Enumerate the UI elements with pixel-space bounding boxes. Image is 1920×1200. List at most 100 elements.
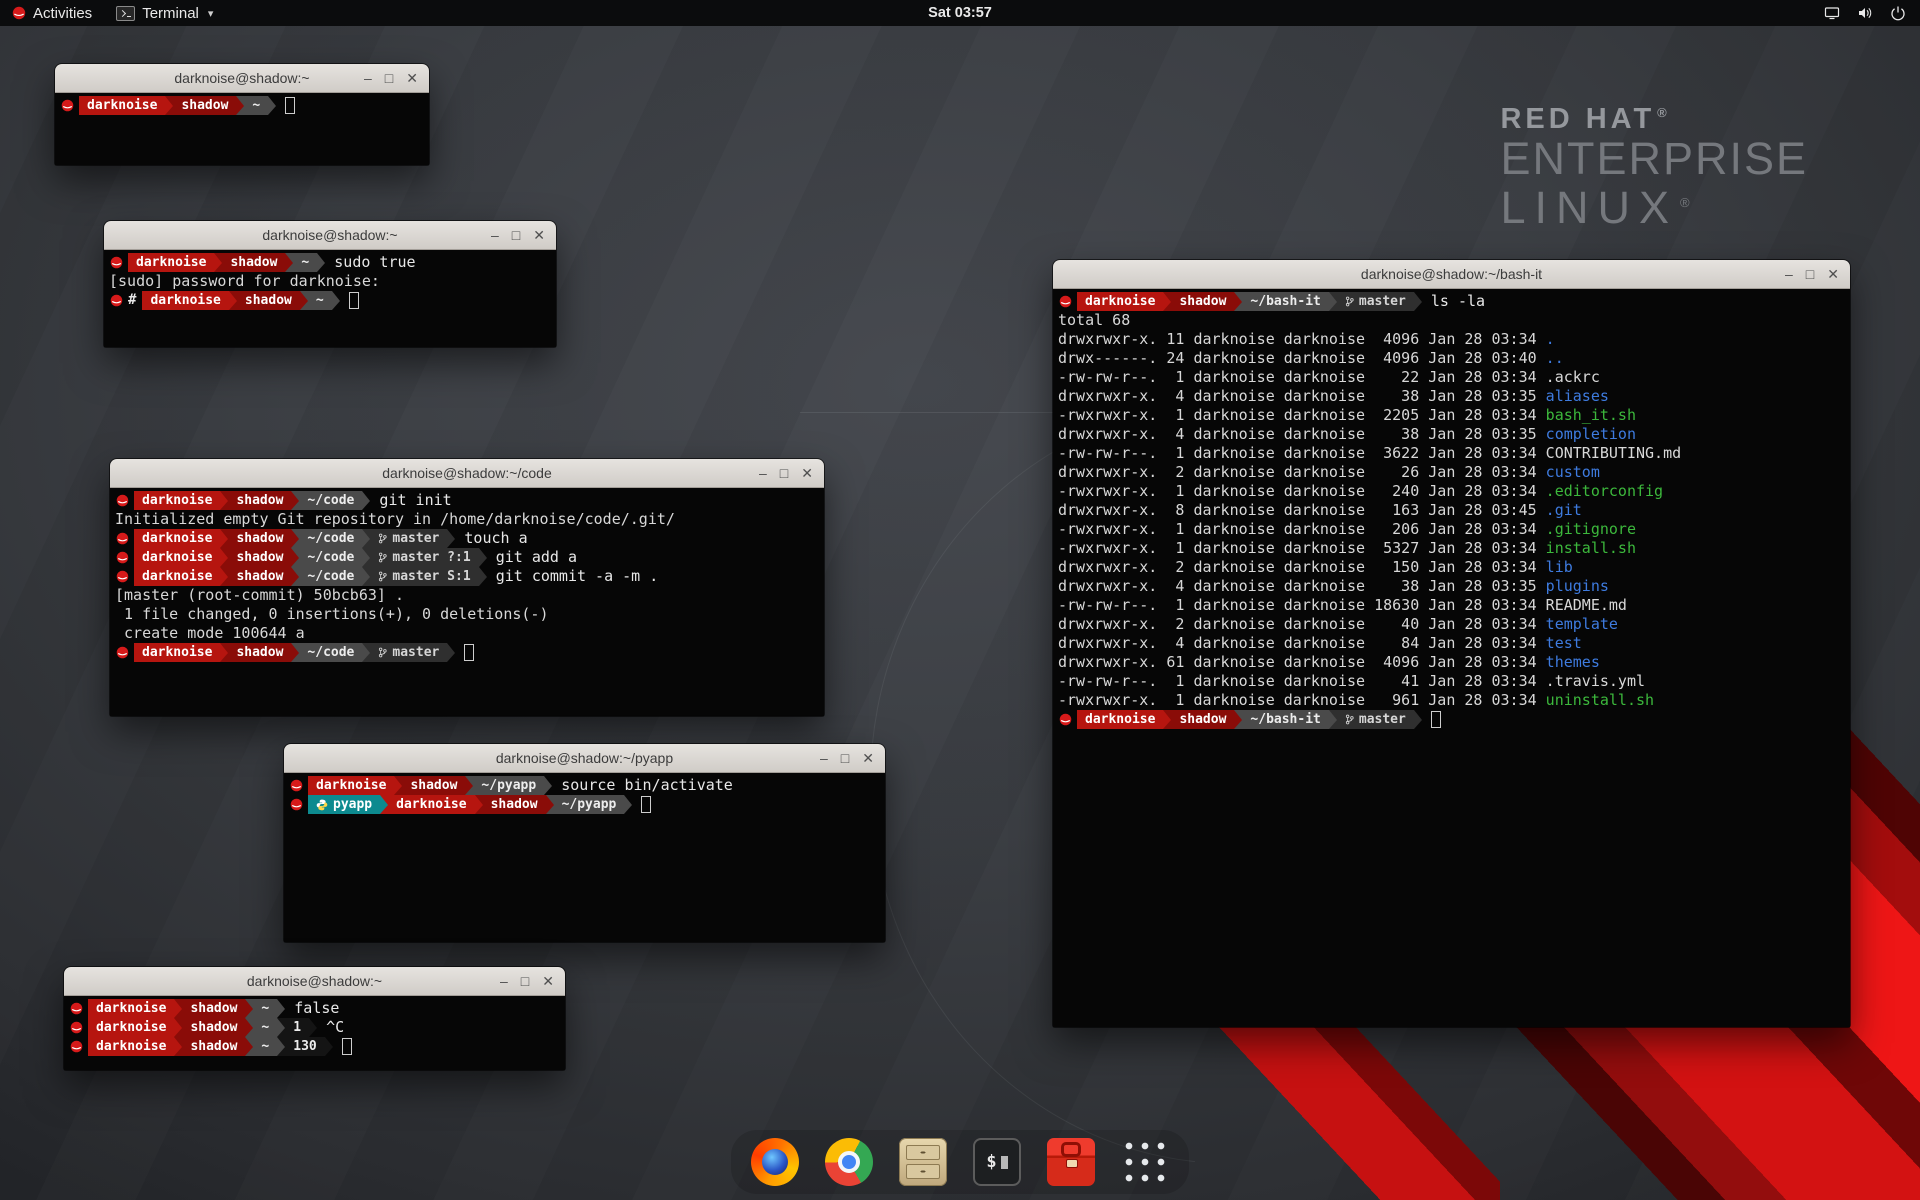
output-line: -rwxrwxr-x. 1 darknoise darknoise 2205 J… xyxy=(1058,406,1846,425)
redhat-prompt-icon xyxy=(116,551,129,564)
minimize-button[interactable]: – xyxy=(759,459,767,487)
redhat-prompt-icon xyxy=(116,532,129,545)
path-segment: ~/bash-it xyxy=(1242,292,1328,311)
terminal-window-home-2[interactable]: darknoise@shadow:~ – □ ✕ darknoiseshadow… xyxy=(64,967,565,1070)
window-titlebar[interactable]: darknoise@shadow:~/bash-it – □ ✕ xyxy=(1053,260,1850,289)
output-line: 1 file changed, 0 insertions(+), 0 delet… xyxy=(115,605,820,624)
redhat-prompt-icon xyxy=(70,1040,83,1053)
prompt-line: darknoiseshadow~/codemaster S:1 git comm… xyxy=(115,567,820,586)
output-text: drwxrwxr-x. 11 darknoise darknoise 4096 … xyxy=(1058,330,1546,349)
powerline-arrow xyxy=(245,1037,253,1056)
terminal-window-sudo[interactable]: darknoise@shadow:~ – □ ✕ darknoiseshadow… xyxy=(104,221,556,347)
window-titlebar[interactable]: darknoise@shadow:~/pyapp – □ ✕ xyxy=(284,744,885,773)
brand-line-1: RED HAT® xyxy=(1500,104,1808,135)
host-segment: shadow xyxy=(228,529,291,548)
display-icon[interactable] xyxy=(1824,5,1840,21)
window-titlebar[interactable]: darknoise@shadow:~ – □ ✕ xyxy=(55,64,429,93)
minimize-button[interactable]: – xyxy=(820,744,828,772)
app-grid-icon[interactable] xyxy=(1121,1138,1169,1186)
python-icon xyxy=(316,799,328,811)
minimize-button[interactable]: – xyxy=(1785,260,1793,288)
powerline-arrow xyxy=(174,1018,182,1037)
path-segment: ~ xyxy=(253,999,277,1018)
output-line: -rwxrwxr-x. 1 darknoise darknoise 240 Ja… xyxy=(1058,482,1846,501)
terminal-window-pyapp[interactable]: darknoise@shadow:~/pyapp – □ ✕ darknoise… xyxy=(284,744,885,942)
path-segment: ~/code xyxy=(299,643,362,662)
window-titlebar[interactable]: darknoise@shadow:~ – □ ✕ xyxy=(64,967,565,996)
window-titlebar[interactable]: darknoise@shadow:~ – □ ✕ xyxy=(104,221,556,250)
maximize-button[interactable]: □ xyxy=(1806,260,1814,288)
terminal-content[interactable]: darknoiseshadow~ xyxy=(55,93,429,165)
window-titlebar[interactable]: darknoise@shadow:~/code – □ ✕ xyxy=(110,459,824,488)
output-line: drwxrwxr-x. 4 darknoise darknoise 84 Jan… xyxy=(1058,634,1846,653)
terminal-cursor xyxy=(285,97,295,114)
powerline-arrow xyxy=(291,643,299,662)
powerline-arrow xyxy=(291,548,299,567)
close-button[interactable]: ✕ xyxy=(862,744,874,772)
close-button[interactable]: ✕ xyxy=(542,967,554,995)
terminal-content[interactable]: darknoiseshadow~/code git initInitialize… xyxy=(110,488,824,716)
output-text: -rw-rw-r--. 1 darknoise darknoise 41 Jan… xyxy=(1058,672,1546,691)
files-icon[interactable] xyxy=(899,1138,947,1186)
terminal-content[interactable]: darknoiseshadow~ falsedarknoiseshadow~1 … xyxy=(64,996,565,1070)
powerline-arrow xyxy=(174,999,182,1018)
host-segment: shadow xyxy=(228,567,291,586)
redhat-prompt-icon xyxy=(110,256,123,269)
toolbox-icon[interactable] xyxy=(1047,1138,1095,1186)
power-icon[interactable] xyxy=(1890,5,1906,21)
terminal-content[interactable]: darknoiseshadow~/bash-itmaster ls -latot… xyxy=(1053,289,1850,1027)
output-text: -rw-rw-r--. 1 darknoise darknoise 22 Jan… xyxy=(1058,368,1546,387)
terminal-window-home-1[interactable]: darknoise@shadow:~ – □ ✕ darknoiseshadow… xyxy=(55,64,429,165)
powerline-arrow xyxy=(1329,292,1337,311)
user-segment: darknoise xyxy=(134,567,220,586)
maximize-button[interactable]: □ xyxy=(841,744,849,772)
prompt-line: pyappdarknoiseshadow~/pyapp xyxy=(289,795,881,814)
maximize-button[interactable]: □ xyxy=(512,221,520,249)
git-branch-icon xyxy=(1345,295,1354,308)
firefox-icon[interactable] xyxy=(751,1138,799,1186)
file-name: test xyxy=(1546,634,1582,653)
minimize-button[interactable]: – xyxy=(500,967,508,995)
terminal-content[interactable]: darknoiseshadow~/pyapp source bin/activa… xyxy=(284,773,885,942)
clock[interactable]: Sat 03:57 xyxy=(928,5,992,21)
volume-icon[interactable] xyxy=(1857,5,1873,21)
activities-button[interactable]: Activities xyxy=(0,0,104,26)
path-segment: ~ xyxy=(308,291,332,310)
chrome-icon[interactable] xyxy=(825,1138,873,1186)
file-name: lib xyxy=(1546,558,1573,577)
terminal-content[interactable]: darknoiseshadow~ sudo true[sudo] passwor… xyxy=(104,250,556,347)
window-title: darknoise@shadow:~/pyapp xyxy=(284,750,885,766)
terminal-cursor xyxy=(1431,711,1441,728)
powerline-arrow xyxy=(300,291,308,310)
top-bar: Activities Terminal ▾ Sat 03:57 xyxy=(0,0,1920,26)
powerline-arrow xyxy=(309,1018,317,1037)
output-text: -rw-rw-r--. 1 darknoise darknoise 18630 … xyxy=(1058,596,1546,615)
powerline-arrow xyxy=(220,567,228,586)
file-name: aliases xyxy=(1546,387,1609,406)
maximize-button[interactable]: □ xyxy=(521,967,529,995)
terminal-window-code[interactable]: darknoise@shadow:~/code – □ ✕ darknoise s… xyxy=(110,459,824,716)
close-button[interactable]: ✕ xyxy=(533,221,545,249)
command-text: ls -la xyxy=(1422,292,1485,311)
maximize-button[interactable]: □ xyxy=(780,459,788,487)
output-text: drwxrwxr-x. 4 darknoise darknoise 38 Jan… xyxy=(1058,387,1546,406)
output-text: drwxrwxr-x. 4 darknoise darknoise 38 Jan… xyxy=(1058,425,1546,444)
terminal-launcher-icon[interactable]: $ xyxy=(973,1138,1021,1186)
maximize-button[interactable]: □ xyxy=(385,64,393,92)
app-menu-terminal[interactable]: Terminal ▾ xyxy=(104,0,225,26)
output-line: -rw-rw-r--. 1 darknoise darknoise 22 Jan… xyxy=(1058,368,1846,387)
output-text: Initialized empty Git repository in /hom… xyxy=(115,510,675,529)
close-button[interactable]: ✕ xyxy=(801,459,813,487)
terminal-window-bash-it[interactable]: darknoise@shadow:~/bash-it – □ ✕ darknoi… xyxy=(1053,260,1850,1027)
user-segment: darknoise xyxy=(388,795,474,814)
close-button[interactable]: ✕ xyxy=(406,64,418,92)
powerline-arrow xyxy=(1234,292,1242,311)
close-button[interactable]: ✕ xyxy=(1827,260,1839,288)
minimize-button[interactable]: – xyxy=(364,64,372,92)
powerline-arrow xyxy=(465,776,473,795)
powerline-arrow xyxy=(291,567,299,586)
chevron-down-icon: ▾ xyxy=(208,7,214,20)
minimize-button[interactable]: – xyxy=(491,221,499,249)
system-status-area[interactable] xyxy=(1824,0,1920,26)
host-segment: shadow xyxy=(182,1018,245,1037)
